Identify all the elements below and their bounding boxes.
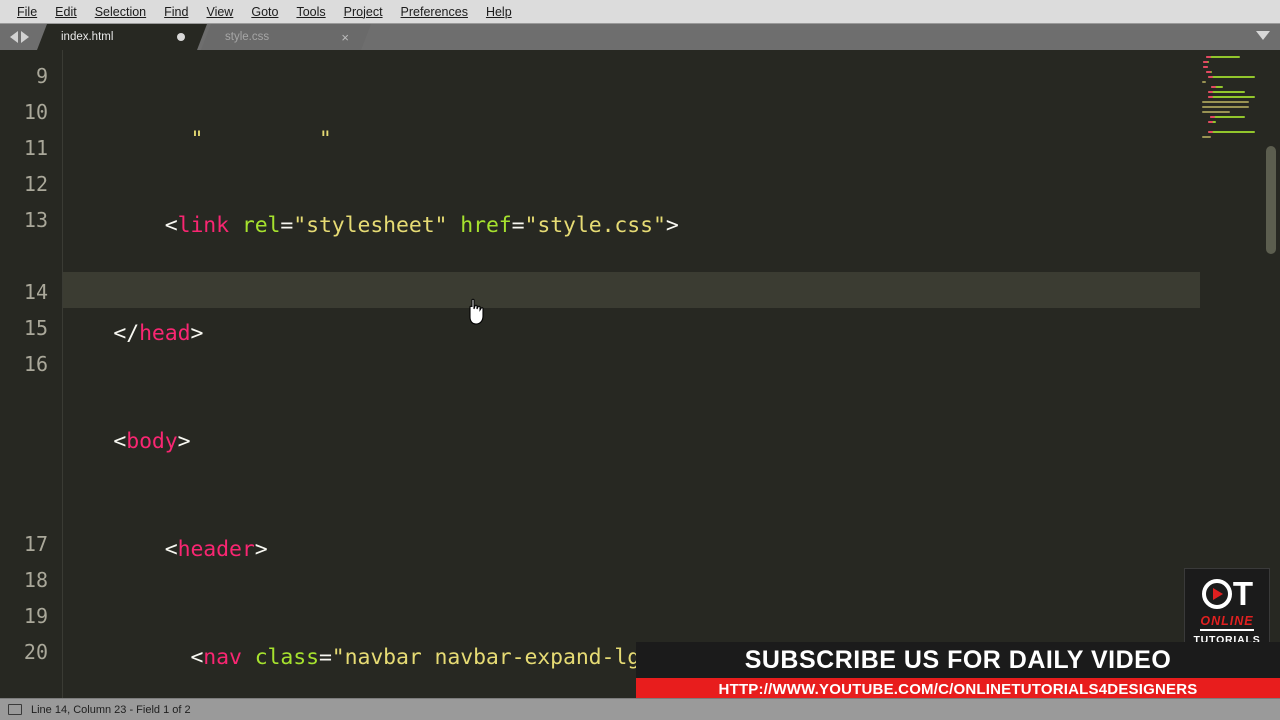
arrow-left-icon[interactable] [10,31,18,43]
minimap-tag-tick [1205,56,1211,58]
tab-label: index.html [61,31,114,43]
menu-item-tools[interactable]: Tools [287,1,334,23]
line-number: 13 [23,208,48,232]
menu-item-file[interactable]: File [8,1,46,23]
line-number: 17 [23,532,48,556]
logo-mark: T [1201,574,1253,613]
chevron-down-icon[interactable] [1256,31,1270,40]
subscribe-banner: SUBSCRIBE US FOR DAILY VIDEO [636,642,1280,678]
code-row-10: </head> [62,321,204,346]
minimap-tag-tick [1211,86,1217,88]
code-text[interactable]: " " <link rel="stylesheet" href="style.c… [62,50,1202,698]
tab-bar: index.html style.css × [0,24,1280,50]
minimap-line [1202,81,1206,83]
line-number: 11 [23,136,48,160]
minimap-line [1208,131,1256,133]
line-number: 20 [23,640,48,664]
menu-item-project[interactable]: Project [335,1,392,23]
sublime-text-window: File Edit Selection Find View Goto Tools… [0,0,1280,720]
menu-item-find[interactable]: Find [155,1,197,23]
line-number: 16 [23,352,48,376]
menu-item-edit[interactable]: Edit [46,1,86,23]
logo-letter-t: T [1232,574,1253,612]
code-editor[interactable]: 9 10 11 12 13 14 15 16 17 18 19 20 " " <… [0,50,1280,698]
minimap-tag-tick [1205,71,1211,73]
menu-bar: File Edit Selection Find View Goto Tools… [0,0,1280,24]
line-number-gutter: 9 10 11 12 13 14 15 16 17 18 19 20 [0,50,62,698]
status-bar: Line 14, Column 23 - Field 1 of 2 [0,698,1280,720]
play-icon [1213,587,1224,600]
logo-line-online: ONLINE [1200,614,1254,631]
channel-logo: T ONLINE TUTORIALS [1184,568,1270,652]
code-row-12: <header> [62,537,268,562]
minimap-line [1202,106,1249,108]
minimap-line [1202,101,1249,103]
line-number: 19 [23,604,48,628]
line-number: 18 [23,568,48,592]
minimap-tag-tick [1208,131,1214,133]
close-icon[interactable]: × [341,31,349,44]
scrollbar-thumb[interactable] [1266,146,1276,254]
tab-style-css[interactable]: style.css × [201,24,371,50]
menu-item-goto[interactable]: Goto [242,1,287,23]
minimap-line [1205,56,1240,58]
line-number: 15 [23,316,48,340]
minimap-tag-tick [1208,91,1214,93]
line-number: 10 [23,100,48,124]
minimap-tag-tick [1208,121,1214,123]
line-number: 12 [23,172,48,196]
menu-item-view[interactable]: View [197,1,242,23]
display-icon [8,704,22,715]
menu-item-selection[interactable]: Selection [86,1,155,23]
minimap-line [1202,111,1231,113]
minimap-tag-tick [1208,76,1214,78]
menu-item-help[interactable]: Help [477,1,521,23]
channel-url-banner: HTTP://WWW.YOUTUBE.COM/C/ONLINETUTORIALS… [636,678,1280,700]
minimap-line [1208,76,1256,78]
unsaved-dot-icon [177,33,185,41]
minimap-tag-tick [1202,66,1208,68]
minimap-tag-tick [1209,116,1215,118]
minimap-line [1208,91,1245,93]
tab-nav-arrows[interactable] [0,24,37,50]
arrow-right-icon[interactable] [21,31,29,43]
line-number-active: 14 [23,280,48,304]
minimap-line [1202,136,1212,138]
code-row-11: <body> [62,429,191,454]
cursor-position-text: Line 14, Column 23 - Field 1 of 2 [31,703,191,716]
minimap-line [1208,96,1256,98]
tab-label: style.css [225,31,270,43]
logo-o-icon [1201,578,1232,609]
minimap-tag-tick [1208,96,1214,98]
minimap-line [1209,116,1245,118]
minimap-tag-tick [1202,61,1208,63]
line-number: 9 [35,64,48,88]
tab-index-html[interactable]: index.html [37,24,207,50]
menu-item-preferences[interactable]: Preferences [392,1,477,23]
code-row-9: <link rel="stylesheet" href="style.css"> [62,213,679,238]
code-row-8: " " [62,122,1202,136]
